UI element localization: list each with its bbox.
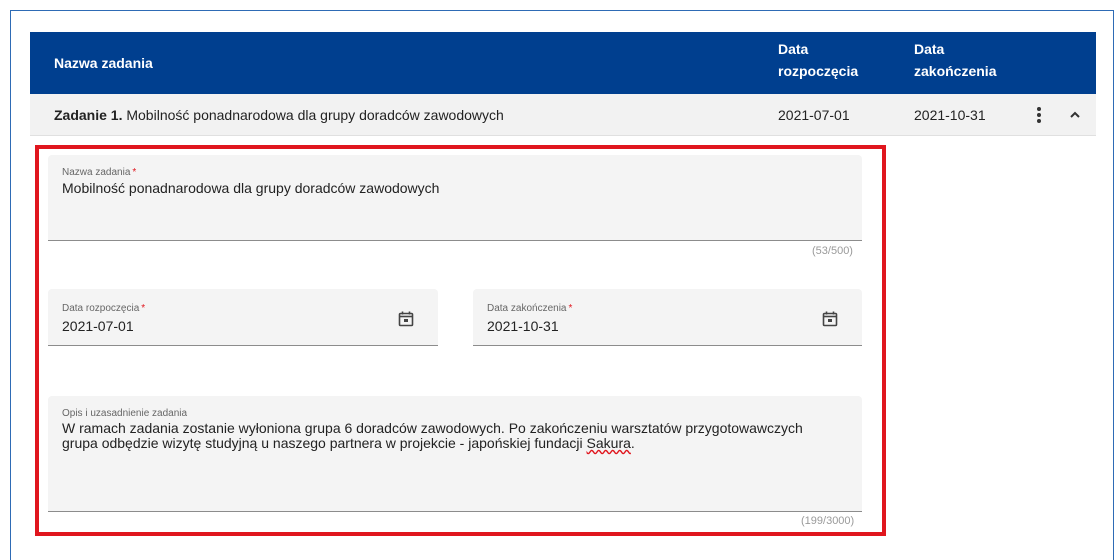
- start-date-field[interactable]: Data rozpoczęcia * 2021-07-01: [48, 289, 438, 346]
- end-date-field[interactable]: Data zakończenia * 2021-10-31: [473, 289, 862, 346]
- end-date-input[interactable]: 2021-10-31: [487, 318, 559, 334]
- header-start-line2: rozpoczęcia: [778, 63, 859, 79]
- header-start-date: Data rozpoczęcia: [778, 38, 858, 82]
- header-start-line1: Data: [778, 41, 809, 57]
- required-mark: *: [568, 303, 573, 314]
- required-mark: *: [132, 167, 137, 178]
- header-end-date: Data zakończenia: [914, 38, 996, 82]
- header-end-line2: zakończenia: [914, 63, 997, 79]
- header-end-line1: Data: [914, 41, 945, 57]
- start-date-input[interactable]: 2021-07-01: [62, 318, 134, 334]
- description-text: W ramach zadania zostanie wyłoniona grup…: [62, 420, 803, 451]
- chevron-up-icon[interactable]: [1066, 106, 1084, 124]
- header-task-name: Nazwa zadania: [54, 55, 153, 71]
- table-row[interactable]: Zadanie 1. Mobilność ponadnarodowa dla g…: [30, 94, 1096, 136]
- end-date-label: Data zakończenia *: [487, 303, 573, 314]
- description-end: .: [630, 435, 635, 451]
- start-date-label: Data rozpoczęcia *: [62, 303, 146, 314]
- misspelled-word: Sakura: [586, 435, 631, 451]
- task-number: Zadanie 1.: [54, 107, 123, 123]
- task-name-label: Nazwa zadania *: [62, 167, 137, 178]
- more-vertical-icon[interactable]: [1030, 103, 1048, 127]
- required-mark: *: [141, 303, 146, 314]
- task-title: Mobilność ponadnarodowa dla grupy doradc…: [126, 107, 504, 123]
- description-field[interactable]: Opis i uzasadnienie zadania W ramach zad…: [48, 396, 862, 512]
- calendar-icon[interactable]: [822, 311, 838, 327]
- task-end-cell: 2021-10-31: [914, 107, 986, 123]
- task-name-cell: Zadanie 1. Mobilność ponadnarodowa dla g…: [54, 106, 504, 124]
- task-name-counter: (53/500): [812, 245, 853, 257]
- task-name-field[interactable]: Nazwa zadania * Mobilność ponadnarodowa d…: [48, 155, 862, 241]
- task-name-input[interactable]: Mobilność ponadnarodowa dla grupy doradc…: [62, 180, 439, 196]
- table-header: Nazwa zadania Data rozpoczęcia Data zako…: [30, 32, 1096, 94]
- description-input[interactable]: W ramach zadania zostanie wyłoniona grup…: [62, 421, 852, 451]
- description-counter: (199/3000): [801, 515, 855, 527]
- task-start-cell: 2021-07-01: [778, 107, 850, 123]
- description-label: Opis i uzasadnienie zadania: [62, 408, 188, 419]
- calendar-icon[interactable]: [398, 311, 414, 327]
